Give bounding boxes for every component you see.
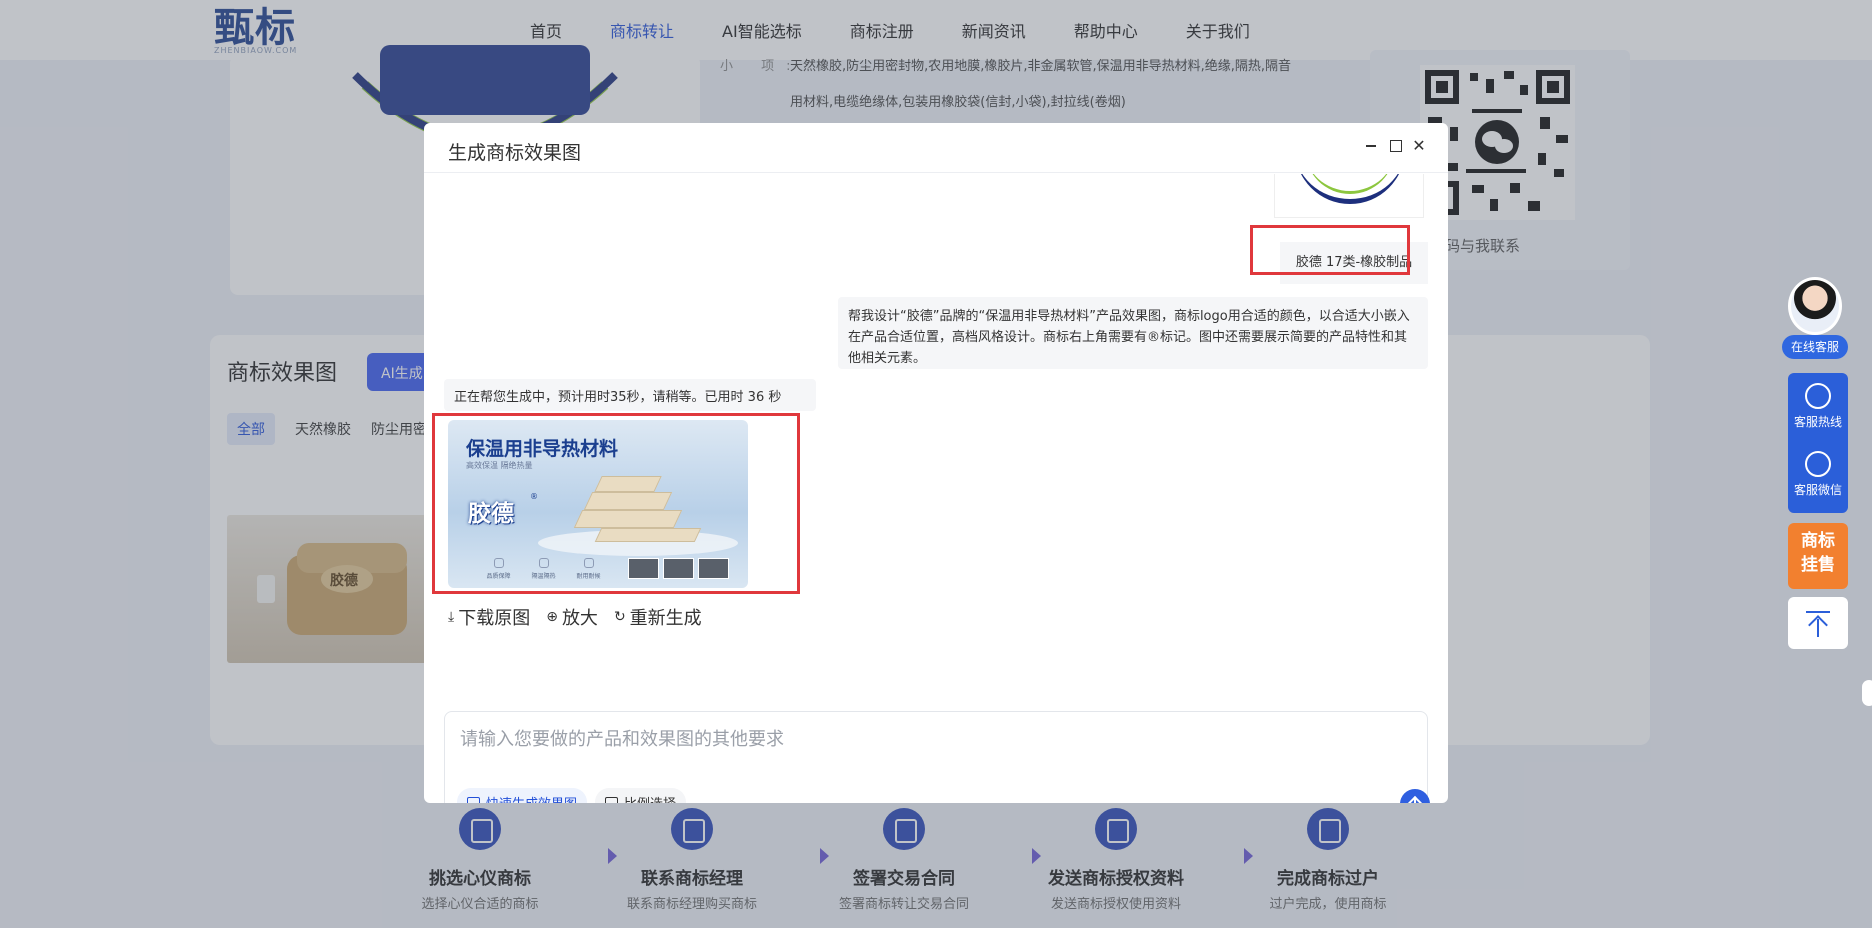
maximize-icon[interactable]: [1386, 137, 1404, 155]
slab: [594, 476, 662, 492]
prompt-input[interactable]: [460, 724, 1360, 754]
zoom-in-button[interactable]: ⊕ 放大: [546, 604, 598, 630]
regenerate-label: 重新生成: [629, 608, 702, 629]
service-wechat[interactable]: 客服微信: [1788, 451, 1848, 498]
download-icon: ⤓: [448, 609, 455, 625]
minimize-icon[interactable]: [1362, 137, 1380, 155]
wechat-icon: [1805, 451, 1831, 477]
refresh-icon: ↻: [613, 609, 626, 625]
generated-effect-image[interactable]: 保温用非导热材料 高效保温 隔绝热量 胶德 ® 品质保障 隔温隔热 耐用耐候: [448, 420, 748, 588]
wechat-label: 客服微信: [1793, 483, 1842, 497]
service-avatar: [1788, 277, 1842, 335]
gen-image-features: 品质保障 隔温隔热 耐用耐候: [476, 558, 611, 580]
back-to-top-button[interactable]: [1788, 597, 1848, 649]
scroll-handle[interactable]: [1862, 680, 1872, 706]
user-prompt-message: 帮我设计“胶德”品牌的“保温用非导热材料”产品效果图，商标logo用合适的颜色，…: [838, 297, 1428, 369]
feature-label: 耐用耐候: [576, 573, 601, 580]
trademark-sale-button[interactable]: 商标 挂售: [1788, 523, 1848, 589]
hotline-label: 客服热线: [1793, 415, 1842, 429]
feature-item: 耐用耐候: [566, 558, 611, 580]
online-service-label: 在线客服: [1782, 335, 1848, 359]
quick-generate-chip[interactable]: 快速生成效果图: [457, 788, 588, 804]
shield-icon: [493, 558, 504, 568]
highlight-box: [1250, 225, 1410, 275]
previous-logo-image[interactable]: [1274, 174, 1424, 218]
generate-effect-modal: 生成商标效果图 ✕ 胶德 17类-橡胶制品 帮我设计“胶德”品牌的“保温用非导热…: [424, 123, 1448, 803]
gen-image-title: 保温用非导热材料: [466, 438, 619, 460]
gen-image-thumbnails: [624, 558, 729, 579]
bot-status-message: 正在帮您生成中，预计用时35秒，请稍等。已用时 36 秒: [444, 379, 816, 411]
slab: [594, 528, 702, 542]
zoom-label: 放大: [561, 608, 598, 629]
download-label: 下载原图: [458, 608, 531, 629]
image-actions: ⤓ 下载原图 ⊕ 放大 ↻ 重新生成: [448, 604, 718, 630]
feature-label: 品质保障: [486, 573, 511, 580]
prompt-input-box: 快速生成效果图 比例选择: [444, 711, 1430, 804]
phone-icon: [1805, 383, 1831, 409]
ratio-icon: [605, 796, 618, 803]
send-button[interactable]: [1400, 789, 1430, 803]
zoom-in-icon: ⊕: [546, 609, 558, 625]
close-icon[interactable]: ✕: [1410, 137, 1428, 155]
sale-label-line1: 商标: [1801, 531, 1835, 551]
feature-item: 品质保障: [476, 558, 521, 580]
online-service[interactable]: 在线客服: [1782, 275, 1848, 365]
gen-image-subtitle: 高效保温 隔绝热量: [466, 461, 533, 470]
ratio-select-chip[interactable]: 比例选择: [595, 788, 687, 804]
regenerate-button[interactable]: ↻ 重新生成: [613, 604, 702, 630]
gen-image-brand: 胶德: [468, 501, 514, 527]
box-icon: [583, 558, 594, 568]
registered-mark-icon: ®: [530, 492, 538, 501]
service-hotline[interactable]: 客服热线: [1788, 383, 1848, 430]
service-contact-panel: 客服热线 客服微信: [1788, 373, 1848, 513]
slab: [583, 492, 673, 510]
feature-label: 隔温隔热: [531, 573, 556, 580]
leaf-icon: [538, 558, 549, 568]
modal-header: 生成商标效果图 ✕: [424, 123, 1448, 173]
slab: [573, 510, 683, 528]
chat-area: 胶德 17类-橡胶制品 帮我设计“胶德”品牌的“保温用非导热材料”产品效果图，商…: [424, 174, 1448, 803]
thumb-image: [628, 558, 659, 579]
thumb-image: [698, 558, 729, 579]
thumb-image: [663, 558, 694, 579]
ratio-label: 比例选择: [624, 793, 676, 804]
sale-label-line2: 挂售: [1801, 555, 1835, 575]
modal-title: 生成商标效果图: [448, 142, 582, 164]
download-original-button[interactable]: ⤓ 下载原图: [448, 604, 531, 630]
feature-item: 隔温隔热: [521, 558, 566, 580]
arrow-up-icon: [1817, 619, 1819, 637]
quick-generate-label: 快速生成效果图: [486, 793, 577, 804]
image-icon: [467, 796, 480, 803]
